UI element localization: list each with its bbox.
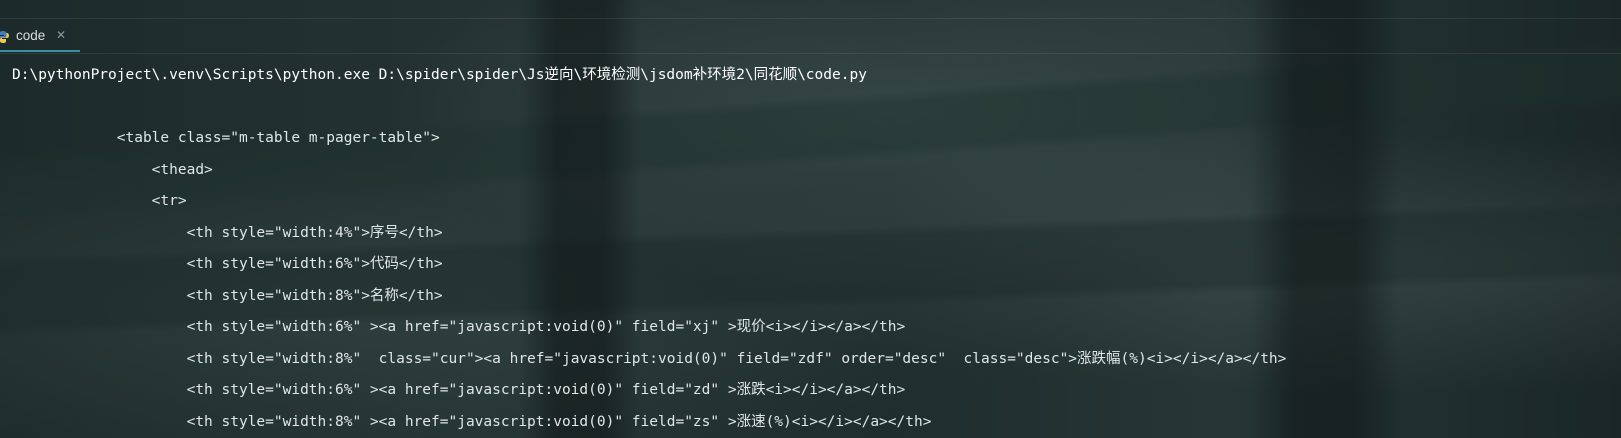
tab-code[interactable]: code ✕ [0,19,80,52]
console-output-line: <th style="width:8%" ><a href="javascrip… [12,413,932,430]
run-tab-bar: code ✕ [0,19,1621,54]
console-output-line: <table class="m-table m-pager-table"> [12,130,440,146]
console-output-line: <th style="width:8%" class="cur"><a href… [12,350,1287,367]
console-output[interactable]: D:\pythonProject\.venv\Scripts\python.ex… [12,60,1621,438]
console-output-line: <tr> [12,193,187,209]
console-output-line: <th style="width:8%">名称</th> [12,287,443,304]
console-output-line: <th style="width:6%" ><a href="javascrip… [12,382,906,398]
python-icon [0,29,10,43]
close-icon[interactable]: ✕ [56,28,66,42]
console-output-line: <th style="width:4%">序号</th> [12,224,443,241]
console-output-line: <th style="width:6%" ><a href="javascrip… [12,319,906,335]
tab-label: code [16,28,46,43]
console-output-line: <thead> [12,161,213,178]
console-command-line: D:\pythonProject\.venv\Scripts\python.ex… [12,67,867,83]
console-output-line: <th style="width:6%">代码</th> [12,256,443,272]
